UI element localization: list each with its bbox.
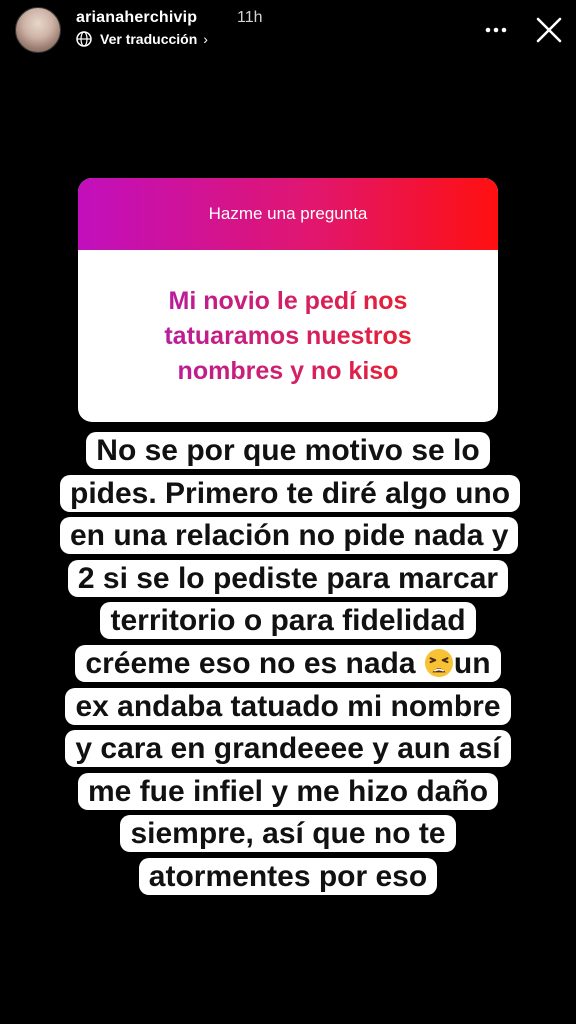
answer-text-part2: un ex andaba tatuado mi nombre y cara en… — [75, 646, 501, 893]
question-sticker: Hazme una pregunta Mi novio le pedí nos … — [78, 178, 498, 422]
tired-face-emoji — [424, 648, 453, 678]
username[interactable]: arianaherchivip — [76, 9, 197, 27]
answer-text-part1: No se por que motivo se lo pides. Primer… — [70, 434, 511, 680]
translate-link[interactable]: Ver traducción › — [76, 31, 208, 47]
post-time: 11h — [237, 9, 263, 26]
globe-icon — [76, 31, 92, 47]
answer-text: No se por que motivo se lo pides. Primer… — [60, 432, 521, 895]
question-text: Mi novio le pedí nos tatuaramos nuestros… — [128, 284, 448, 389]
question-sticker-title: Hazme una pregunta — [78, 178, 498, 250]
story-header: arianaherchivip 11h Ver traducción › — [0, 0, 576, 60]
avatar[interactable] — [15, 7, 61, 53]
close-icon[interactable] — [534, 15, 564, 45]
question-sticker-body: Mi novio le pedí nos tatuaramos nuestros… — [78, 250, 498, 422]
more-icon[interactable] — [484, 19, 508, 41]
answer-text-block: No se por que motivo se lo pides. Primer… — [60, 430, 521, 899]
translate-label: Ver traducción — [100, 31, 198, 47]
chevron-right-icon: › — [203, 31, 208, 47]
